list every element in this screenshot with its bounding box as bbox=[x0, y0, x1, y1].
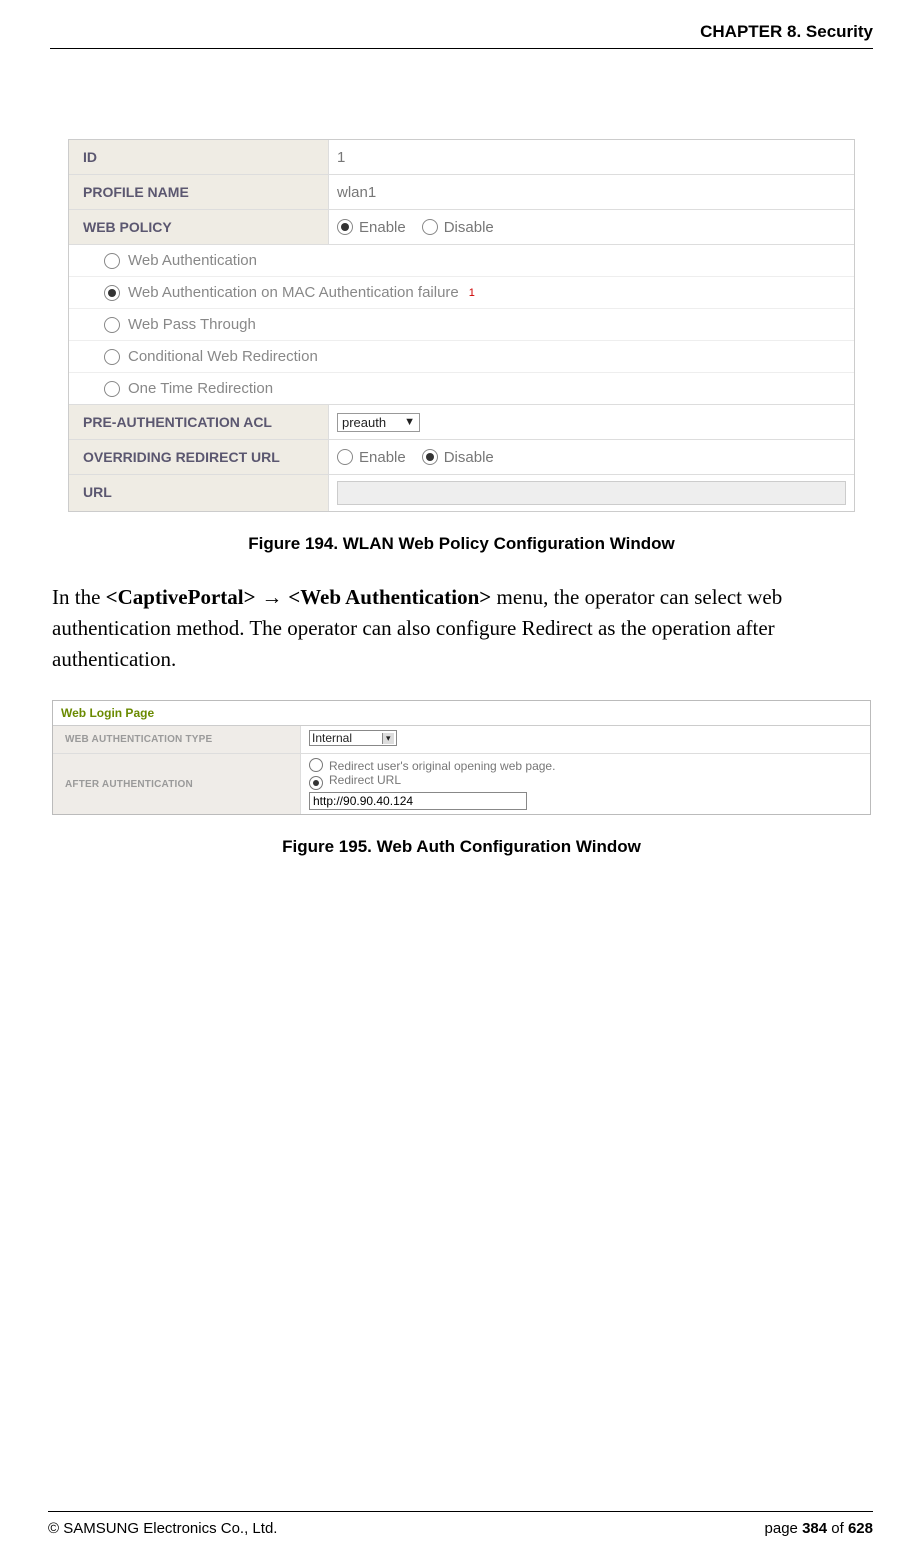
option-conditional-web-redirection[interactable]: Conditional Web Redirection bbox=[69, 340, 854, 372]
fig195-caption: Figure 195. Web Auth Configuration Windo… bbox=[50, 837, 873, 857]
chapter-title: CHAPTER 8. Security bbox=[700, 22, 873, 41]
page-footer: © SAMSUNG Electronics Co., Ltd. page 384… bbox=[48, 1511, 873, 1537]
radio-icon bbox=[309, 758, 323, 772]
option-web-authentication[interactable]: Web Authentication bbox=[69, 244, 854, 276]
radio-icon bbox=[104, 317, 120, 333]
chevron-down-icon: ▼ bbox=[404, 416, 415, 428]
radio-redirect-disable[interactable]: Disable bbox=[422, 449, 494, 466]
redirect-url-input[interactable]: http://90.90.40.124 bbox=[309, 792, 527, 810]
radio-icon bbox=[104, 381, 120, 397]
page-number: page 384 of 628 bbox=[765, 1520, 873, 1537]
radio-web-policy-enable[interactable]: Enable bbox=[337, 219, 406, 236]
radio-icon bbox=[309, 776, 323, 790]
radio-web-policy-disable[interactable]: Disable bbox=[422, 219, 494, 236]
copyright: © SAMSUNG Electronics Co., Ltd. bbox=[48, 1520, 277, 1537]
fig194-screenshot: ID 1 PROFILE NAME wlan1 WEB POLICY Enabl… bbox=[68, 139, 855, 512]
radio-icon bbox=[104, 253, 120, 269]
value-preauth-acl: preauth ▼ bbox=[329, 405, 854, 439]
value-web-policy: Enable Disable bbox=[329, 210, 854, 244]
radio-icon bbox=[104, 285, 120, 301]
page-header: CHAPTER 8. Security bbox=[50, 22, 873, 49]
footnote-1: 1 bbox=[469, 287, 475, 299]
label-preauth-acl: PRE-AUTHENTICATION ACL bbox=[69, 405, 329, 439]
label-id: ID bbox=[69, 140, 329, 174]
value-overriding-redirect-url: Enable Disable bbox=[329, 440, 854, 474]
label-auth-type: WEB AUTHENTICATION TYPE bbox=[53, 726, 301, 753]
page: CHAPTER 8. Security ID 1 PROFILE NAME wl… bbox=[0, 0, 921, 1565]
radio-redirect-url[interactable]: Redirect URL bbox=[309, 773, 862, 790]
value-profile-name: wlan1 bbox=[329, 175, 854, 209]
option-web-auth-on-mac-failure[interactable]: Web Authentication on MAC Authentication… bbox=[69, 276, 854, 308]
radio-redirect-original[interactable]: Redirect user's original opening web pag… bbox=[309, 758, 862, 773]
label-url: URL bbox=[69, 475, 329, 511]
chevron-down-icon: ▾ bbox=[382, 733, 394, 744]
select-auth-type[interactable]: Internal ▾ bbox=[309, 730, 397, 746]
radio-icon bbox=[104, 349, 120, 365]
radio-icon bbox=[337, 449, 353, 465]
label-overriding-redirect-url: OVERRIDING REDIRECT URL bbox=[69, 440, 329, 474]
radio-redirect-enable[interactable]: Enable bbox=[337, 449, 406, 466]
page-content: ID 1 PROFILE NAME wlan1 WEB POLICY Enabl… bbox=[50, 49, 873, 857]
select-preauth-acl[interactable]: preauth ▼ bbox=[337, 413, 420, 432]
radio-icon bbox=[337, 219, 353, 235]
fig194-caption: Figure 194. WLAN Web Policy Configuratio… bbox=[50, 534, 873, 554]
value-auth-type: Internal ▾ bbox=[301, 726, 870, 753]
url-input[interactable] bbox=[337, 481, 846, 505]
fig195-screenshot: Web Login Page WEB AUTHENTICATION TYPE I… bbox=[52, 700, 871, 815]
label-after-auth: AFTER AUTHENTICATION bbox=[53, 754, 301, 814]
label-profile-name: PROFILE NAME bbox=[69, 175, 329, 209]
body-paragraph: In the <CaptivePortal> → <Web Authentica… bbox=[52, 582, 871, 674]
value-after-auth: Redirect user's original opening web pag… bbox=[301, 754, 870, 814]
option-one-time-redirection[interactable]: One Time Redirection bbox=[69, 372, 854, 404]
panel-title: Web Login Page bbox=[53, 701, 870, 725]
radio-icon bbox=[422, 219, 438, 235]
option-web-pass-through[interactable]: Web Pass Through bbox=[69, 308, 854, 340]
value-url bbox=[329, 475, 854, 511]
value-id: 1 bbox=[329, 140, 854, 174]
web-policy-options: Web Authentication Web Authentication on… bbox=[69, 244, 854, 404]
radio-icon bbox=[422, 449, 438, 465]
label-web-policy: WEB POLICY bbox=[69, 210, 329, 244]
